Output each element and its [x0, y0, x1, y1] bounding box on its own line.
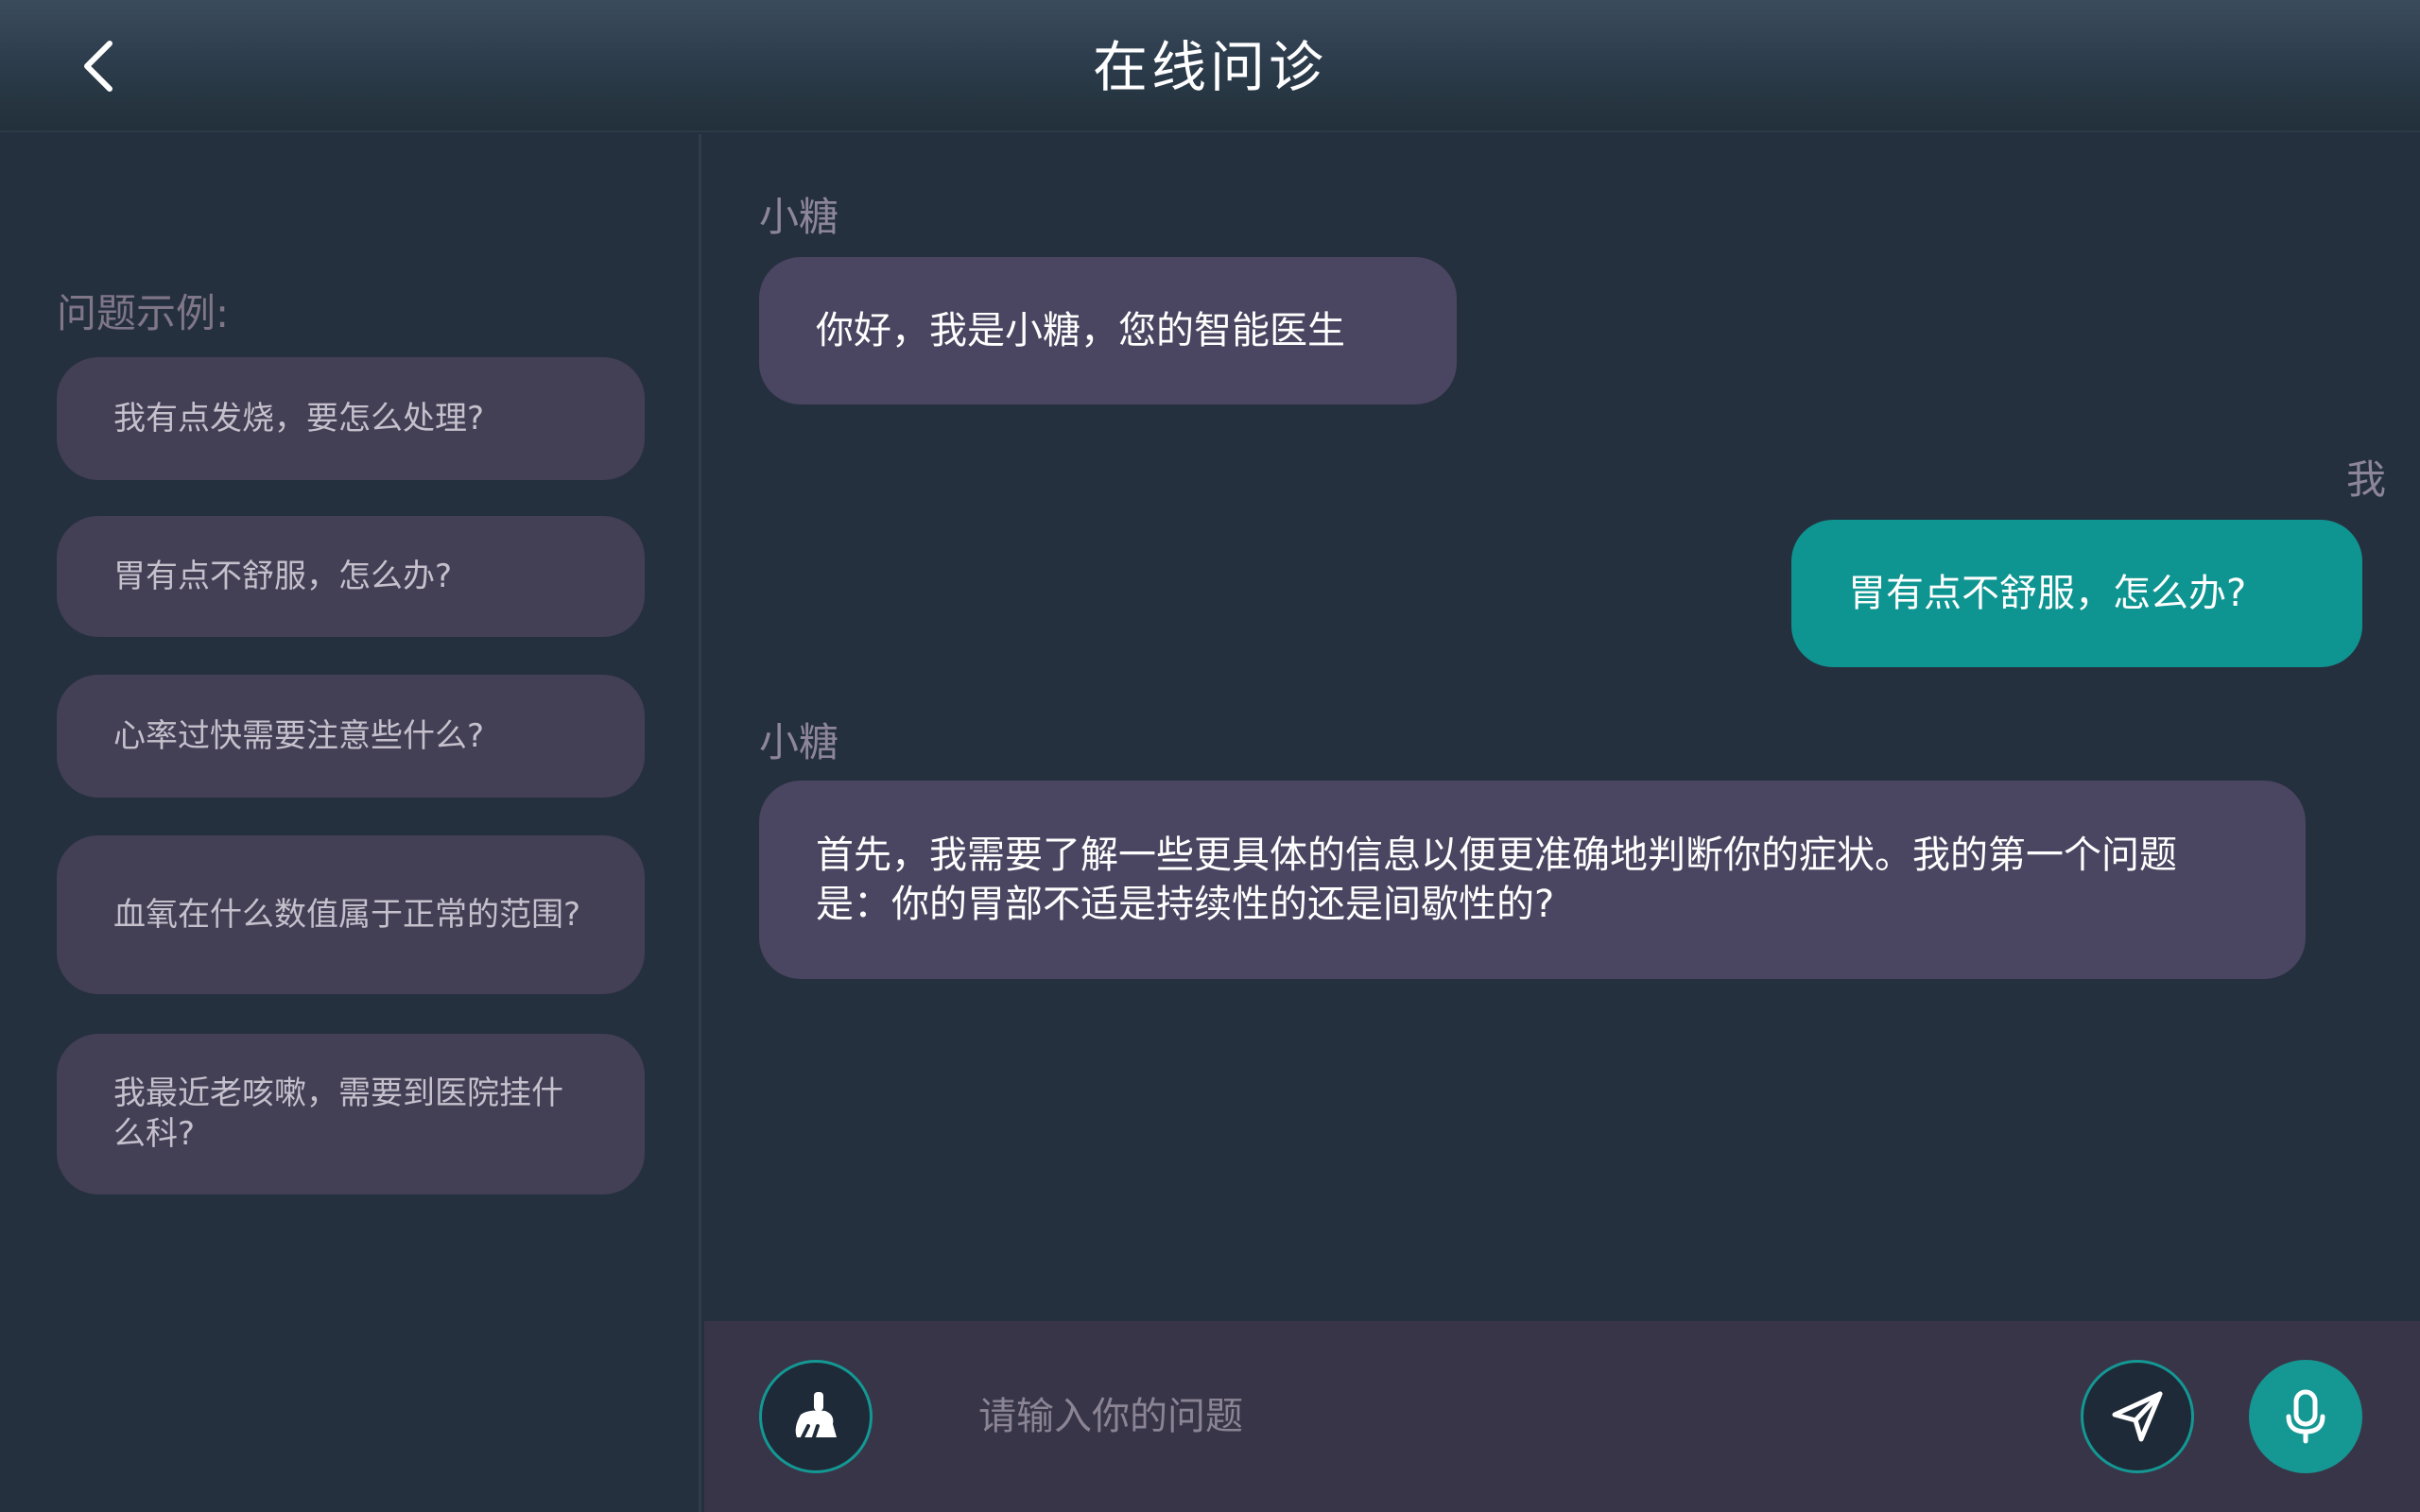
example-question-text: 心率过快需要注意些什么?: [113, 716, 485, 755]
message-text: 首先，我需要了解一些更具体的信息以便更准确地判断你的症状。我的第一个问题是：你的…: [816, 833, 2177, 926]
clear-button[interactable]: [759, 1360, 873, 1473]
bot-message-bubble: 你好，我是小糖，您的智能医生: [759, 257, 1457, 404]
broom-icon: [795, 1392, 837, 1439]
example-question-text: 我最近老咳嗽，需要到医院挂什么科?: [113, 1074, 563, 1153]
sender-name: 小糖: [759, 194, 839, 240]
examples-heading: 问题示例:: [57, 290, 230, 336]
message-text: 胃有点不舒服，怎么办?: [1848, 572, 2247, 615]
sample-questions-panel: 问题示例: 我有点发烧，要怎么处理? 胃有点不舒服，怎么办? 心率过快需要注意些…: [0, 134, 701, 1512]
sender-name: 我: [2345, 456, 2386, 503]
page-title: 在线问诊: [1092, 35, 1327, 99]
sender-name: 小糖: [759, 719, 839, 765]
top-bar: 在线问诊: [0, 0, 2420, 132]
example-question[interactable]: 胃有点不舒服，怎么办?: [57, 516, 645, 637]
message-text: 你好，我是小糖，您的智能医生: [816, 309, 1345, 352]
example-question[interactable]: 我有点发烧，要怎么处理?: [57, 357, 645, 480]
paper-plane-icon: [2112, 1391, 2163, 1442]
input-bar: [704, 1321, 2420, 1512]
chat-panel: 小糖 你好，我是小糖，您的智能医生 我 胃有点不舒服，怎么办? 小糖 首先，我需…: [704, 134, 2420, 1321]
send-button[interactable]: [2081, 1360, 2194, 1473]
example-question-text: 胃有点不舒服，怎么办?: [113, 557, 453, 595]
example-question[interactable]: 心率过快需要注意些什么?: [57, 675, 645, 798]
consultation-app: 在线问诊 问题示例: 我有点发烧，要怎么处理? 胃有点不舒服，怎么办? 心率过快…: [0, 0, 2420, 1512]
voice-input-button[interactable]: [2249, 1360, 2362, 1473]
question-input[interactable]: [978, 1378, 2018, 1455]
user-message-bubble: 胃有点不舒服，怎么办?: [1791, 520, 2362, 667]
example-question[interactable]: 血氧在什么数值属于正常的范围?: [57, 835, 645, 994]
example-question-text: 血氧在什么数值属于正常的范围?: [113, 895, 581, 934]
bot-message-bubble: 首先，我需要了解一些更具体的信息以便更准确地判断你的症状。我的第一个问题是：你的…: [759, 781, 2306, 979]
example-question[interactable]: 我最近老咳嗽，需要到医院挂什么科?: [57, 1034, 645, 1194]
example-question-text: 我有点发烧，要怎么处理?: [113, 399, 485, 438]
microphone-icon: [2286, 1389, 2325, 1444]
